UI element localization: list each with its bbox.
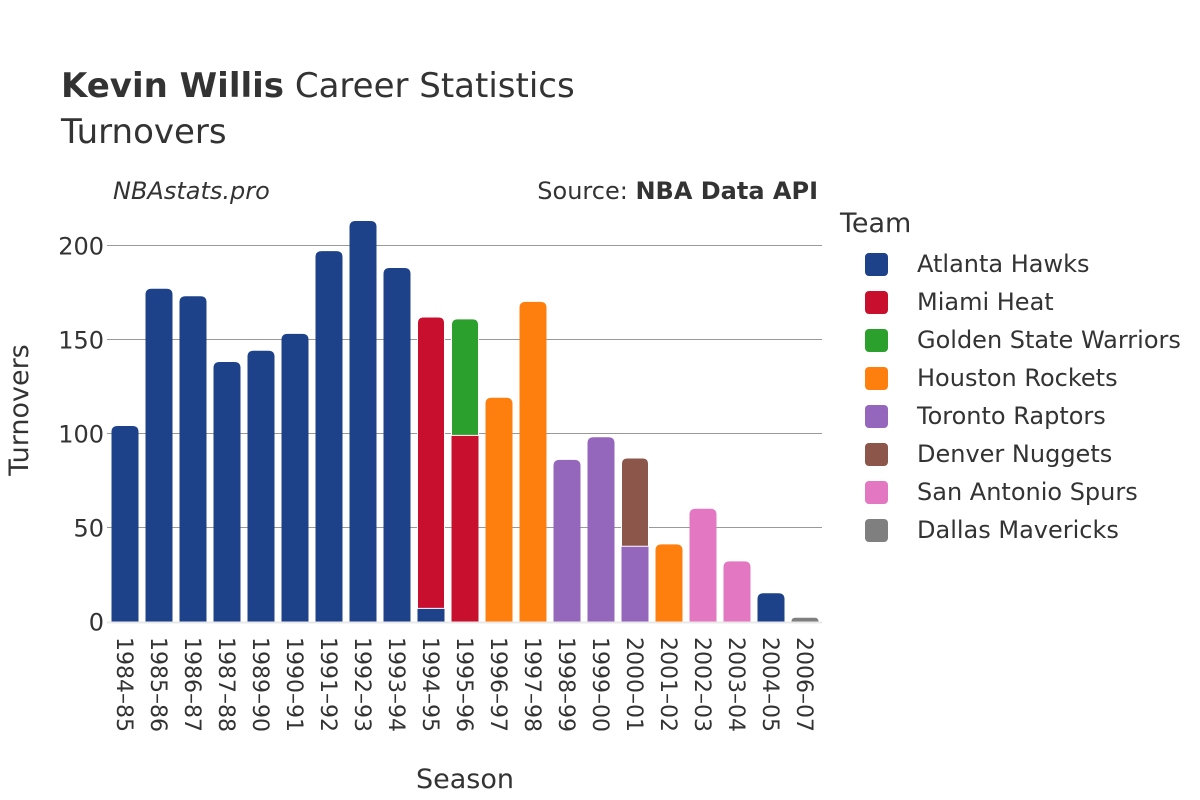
legend-swatch (865, 404, 888, 428)
x-tick-label: 1992–93 (349, 637, 374, 732)
x-tick-label: 1995–96 (451, 637, 476, 732)
bar-segment[interactable] (145, 288, 173, 622)
bar-segment[interactable] (553, 459, 581, 622)
bar-segment[interactable] (757, 593, 785, 622)
x-tick-label: 1993–94 (383, 637, 408, 732)
legend-item[interactable]: Denver Nuggets (840, 435, 1181, 473)
bar-segment[interactable] (179, 296, 207, 622)
bar-segment[interactable] (655, 544, 683, 622)
bar-segment[interactable] (349, 221, 377, 622)
x-tick-label: 2000–01 (621, 637, 646, 732)
bar-segment[interactable] (247, 350, 275, 622)
bar-segment[interactable] (111, 425, 139, 622)
legend-item[interactable]: Houston Rockets (840, 359, 1181, 397)
legend-item[interactable]: Miami Heat (840, 283, 1181, 321)
bar-segment[interactable] (519, 301, 547, 622)
legend-swatch (865, 442, 888, 466)
x-tick-label: 1989–90 (247, 637, 272, 732)
legend-swatch (865, 290, 888, 314)
x-tick-label: 2004–05 (757, 637, 782, 732)
bar-segment[interactable] (485, 397, 513, 622)
legend-label: Dallas Mavericks (917, 516, 1119, 544)
x-tick-label: 1984–85 (111, 637, 136, 732)
y-tick-label: 200 (58, 233, 104, 261)
bar-segment[interactable] (723, 561, 751, 622)
legend-swatch (865, 480, 888, 504)
y-tick-label: 100 (58, 421, 104, 449)
bar-segment[interactable] (281, 333, 309, 622)
x-tick-label: 1987–88 (213, 637, 238, 732)
legend-label: Miami Heat (917, 288, 1054, 316)
x-tick-label: 2003–04 (723, 637, 748, 732)
y-tick-label: 50 (73, 515, 104, 543)
x-tick-label: 1990–91 (281, 637, 306, 732)
legend-swatch (865, 518, 888, 542)
x-tick-label: 2001–02 (655, 637, 680, 732)
x-tick-label: 1999–00 (587, 637, 612, 732)
legend-swatch (865, 366, 888, 390)
legend-label: Atlanta Hawks (917, 250, 1090, 278)
bar-segment[interactable] (451, 435, 479, 622)
legend-swatch (865, 328, 888, 352)
bar-segment[interactable] (315, 251, 343, 622)
y-axis-ticks: 0 50 100 150 200 (58, 233, 104, 637)
x-tick-label: 2002–03 (689, 637, 714, 732)
legend: Team Atlanta Hawks Miami Heat Golden State… (840, 208, 1181, 549)
x-axis-title: Season (416, 764, 514, 795)
bar-segment[interactable] (417, 316, 445, 609)
bar-segment[interactable] (383, 268, 411, 622)
legend-label: Golden State Warriors (917, 326, 1181, 354)
legend-item[interactable]: Golden State Warriors (840, 321, 1181, 359)
bar-segment[interactable] (451, 318, 479, 436)
bar-segment[interactable] (621, 457, 649, 547)
y-axis-title: Turnovers (4, 344, 35, 477)
x-tick-label: 1997–98 (519, 637, 544, 732)
legend-item[interactable]: Dallas Mavericks (840, 511, 1181, 549)
bar-segment[interactable] (213, 362, 241, 622)
y-tick-label: 150 (58, 327, 104, 355)
legend-label: Denver Nuggets (917, 440, 1113, 468)
legend-label: Toronto Raptors (917, 402, 1106, 430)
bars (111, 221, 819, 622)
legend-item[interactable]: Atlanta Hawks (840, 245, 1181, 283)
legend-title: Team (840, 208, 912, 239)
x-tick-label: 1998–99 (553, 637, 578, 732)
legend-swatch (865, 252, 888, 276)
bar-segment[interactable] (587, 437, 615, 622)
x-tick-label: 1986–87 (179, 637, 204, 732)
legend-item[interactable]: San Antonio Spurs (840, 473, 1181, 511)
bar-segment[interactable] (791, 617, 819, 622)
bar-segment[interactable] (689, 508, 717, 622)
bar-segment[interactable] (621, 546, 649, 622)
y-tick-label: 0 (89, 609, 104, 637)
x-tick-label: 1994–95 (417, 637, 442, 732)
legend-label: Houston Rockets (917, 364, 1118, 392)
x-tick-label: 2006–07 (791, 637, 816, 732)
legend-item[interactable]: Toronto Raptors (840, 397, 1181, 435)
x-tick-label: 1996–97 (485, 637, 510, 732)
legend-label: San Antonio Spurs (917, 478, 1138, 506)
x-tick-label: 1991–92 (315, 637, 340, 732)
bar-segment[interactable] (417, 608, 445, 622)
x-axis-ticks: 1984–85 1985–86 1986–87 1987–88 1989–90 1990–… (111, 637, 816, 732)
x-tick-label: 1985–86 (145, 637, 170, 732)
